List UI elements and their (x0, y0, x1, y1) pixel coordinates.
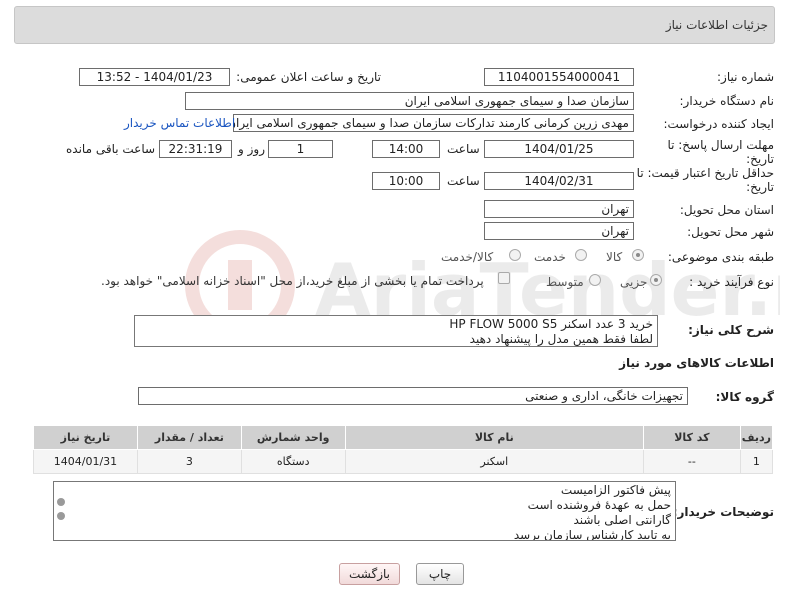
col-name: نام کالا (344, 425, 644, 450)
table-row[interactable]: 1 -- اسکنر دستگاه 3 1404/01/31 (33, 449, 774, 474)
goods-group-field: تجهیزات خانگی، اداری و صنعتی (138, 387, 688, 405)
buyer-notes-textarea[interactable]: پیش فاکتور الزامیست حمل به عهدهٔ فروشنده… (53, 481, 676, 541)
category-both-radio[interactable] (509, 249, 521, 261)
requester-label: ایجاد کننده درخواست: (663, 117, 774, 131)
price-valid-time-word: ساعت (447, 174, 480, 188)
buyer-org-label: نام دستگاه خریدار: (679, 94, 775, 108)
days-word: روز و (238, 142, 265, 156)
announce-field: 1404/01/23 - 13:52 (79, 68, 230, 86)
goods-group-label: گروه کالا: (715, 390, 774, 404)
buyer-note-line-4: به تایید کارشناس سازمان برسد (513, 528, 671, 541)
goods-section-title: اطلاعات کالاهای مورد نیاز (619, 356, 774, 370)
city-label: شهر محل تحویل: (687, 225, 774, 239)
description-line-2: لطفا فقط همین مدل را پیشنهاد دهید (469, 332, 653, 346)
process-medium-radio[interactable] (589, 274, 601, 286)
col-unit: واحد شمارش (240, 425, 346, 450)
announce-label: تاریخ و ساعت اعلان عمومی: (236, 70, 381, 84)
treasury-payment-note: پرداخت تمام یا بخشی از مبلغ خرید،از محل … (101, 274, 484, 288)
days-field: 1 (268, 140, 333, 158)
scroll-down-dot[interactable] (57, 512, 65, 520)
panel-header (14, 6, 775, 44)
deadline-time-word: ساعت (447, 142, 480, 156)
remaining-time-field: 22:31:19 (159, 140, 232, 158)
description-textarea[interactable]: خرید 3 عدد اسکنر HP FLOW 5000 S5 لطفا فق… (134, 315, 658, 347)
deadline-label: مهلت ارسال پاسخ: تا تاریخ: (667, 138, 774, 166)
category-service-label: خدمت (534, 250, 566, 264)
price-valid-time-field: 10:00 (372, 172, 440, 190)
scroll-up-dot[interactable] (57, 498, 65, 506)
process-medium-label: متوسط (546, 275, 584, 289)
requester-field: مهدی زرین کرمانی کارمند تدارکات سازمان ص… (233, 114, 634, 132)
table-header-row: ردیف کد کالا نام کالا واحد شمارش تعداد /… (33, 425, 774, 450)
price-valid-date-field: 1404/02/31 (484, 172, 634, 190)
price-valid-label: حداقل تاریخ اعتبار قیمت: تا تاریخ: (636, 166, 774, 194)
city-field: تهران (484, 222, 634, 240)
buyer-note-line-1: پیش فاکتور الزامیست (560, 483, 671, 497)
contact-buyer-link[interactable]: اطلاعات تماس خریدار (124, 116, 235, 130)
items-table: ردیف کد کالا نام کالا واحد شمارش تعداد /… (33, 425, 774, 474)
category-goods-radio[interactable] (632, 249, 644, 261)
panel-title: جزئیات اطلاعات نیاز (665, 18, 768, 32)
remaining-word: ساعت باقی مانده (66, 142, 156, 156)
province-field: تهران (484, 200, 634, 218)
category-label: طبقه بندی موضوعی: (667, 250, 774, 264)
cell-unit: دستگاه (240, 449, 346, 474)
col-code: کد کالا (642, 425, 741, 450)
description-line-1: خرید 3 عدد اسکنر HP FLOW 5000 S5 (449, 317, 653, 331)
description-label: شرح کلی نیاز: (688, 323, 774, 337)
buyer-org-field: سازمان صدا و سیمای جمهوری اسلامی ایران (185, 92, 634, 110)
cell-name: اسکنر (344, 449, 644, 474)
cell-row: 1 (739, 449, 774, 474)
cell-date: 1404/01/31 (33, 449, 138, 474)
need-number-label: شماره نیاز: (717, 70, 774, 84)
category-goods-label: کالا (606, 250, 623, 264)
deadline-date-field: 1404/01/25 (484, 140, 634, 158)
cell-code: -- (642, 449, 741, 474)
buyer-note-line-2: حمل به عهدهٔ فروشنده است (527, 498, 671, 512)
process-minor-label: جزیی (620, 275, 648, 289)
treasury-payment-checkbox[interactable] (498, 272, 510, 284)
col-qty: تعداد / مقدار (136, 425, 242, 450)
province-label: استان محل تحویل: (679, 203, 774, 217)
back-button[interactable]: بازگشت (339, 563, 400, 585)
col-row: ردیف (739, 425, 774, 450)
category-both-label: کالا/خدمت (441, 250, 494, 264)
buyer-notes-label: توضیحات خریدار: (672, 505, 774, 519)
print-button[interactable]: چاپ (416, 563, 464, 585)
col-date: تاریخ نیاز (33, 425, 138, 450)
process-minor-radio[interactable] (650, 274, 662, 286)
buyer-note-line-3: گارانتی اصلی باشند (573, 513, 671, 527)
deadline-time-field: 14:00 (372, 140, 440, 158)
need-number-field: 1104001554000041 (484, 68, 634, 86)
cell-qty: 3 (136, 449, 242, 474)
category-service-radio[interactable] (575, 249, 587, 261)
process-label: نوع فرآیند خرید : (689, 275, 774, 289)
